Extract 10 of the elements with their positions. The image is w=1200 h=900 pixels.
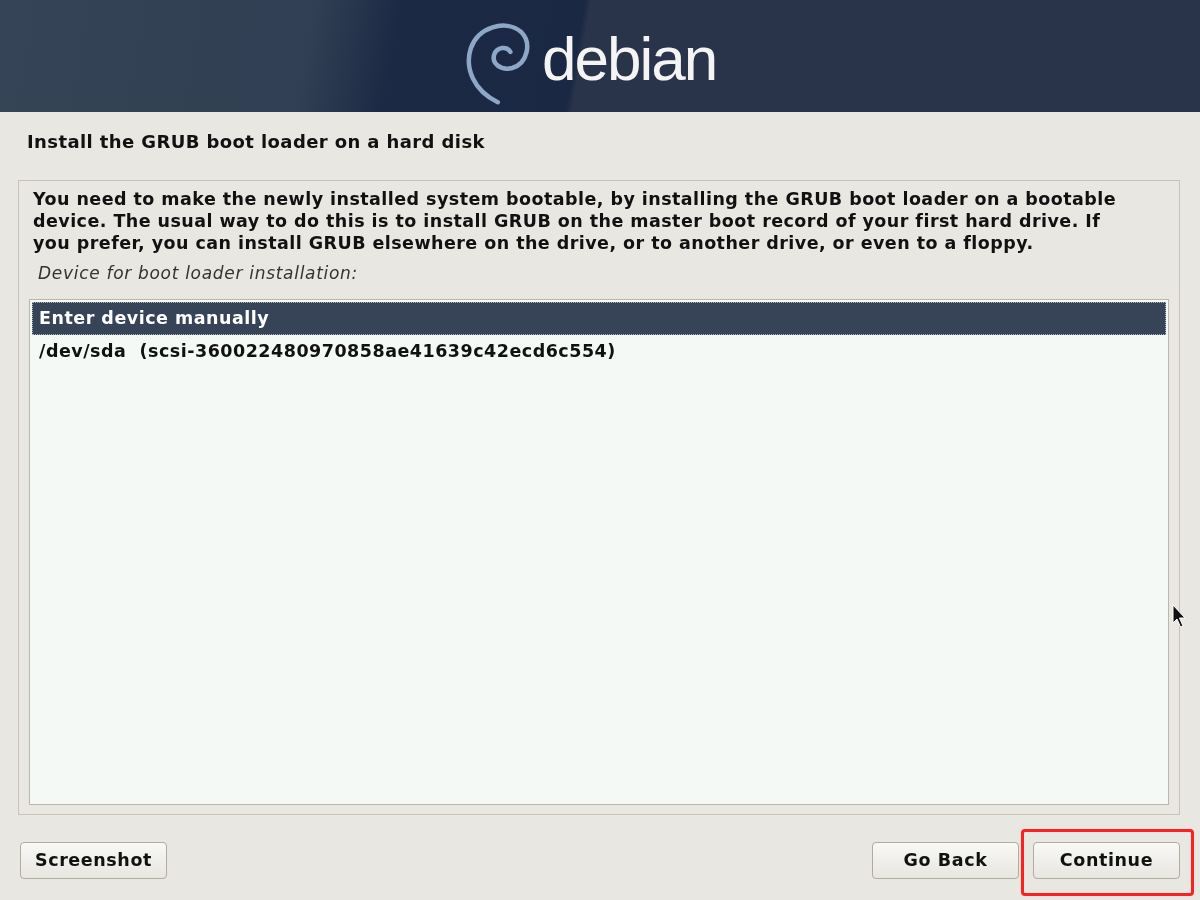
footer-button[interactable]: Go Back — [872, 842, 1019, 879]
mouse-pointer-icon — [1172, 604, 1187, 628]
prompt-label: Device for boot loader installation: — [38, 262, 358, 284]
list-item[interactable]: /dev/sda (scsi-360022480970858ae41639c42ecd6c554) — [32, 335, 1166, 368]
list-item[interactable]: Enter device manually — [32, 302, 1166, 335]
description-text: You need to make the newly installed system bootable, by installing the GRUB boot loader on a bootable device. The usual way to do this is to install GRUB on the master boot record of your first hard drive. If you prefer, you can install GRUB elsewhere on the drive, or to another drive, or even to a floppy. — [32, 188, 1117, 254]
footer-button[interactable]: Continue — [1033, 842, 1180, 879]
footer-button[interactable]: Screenshot — [20, 842, 167, 879]
page-title: Install the GRUB boot loader on a hard disk — [27, 130, 485, 154]
logo-text: debian — [542, 24, 717, 94]
